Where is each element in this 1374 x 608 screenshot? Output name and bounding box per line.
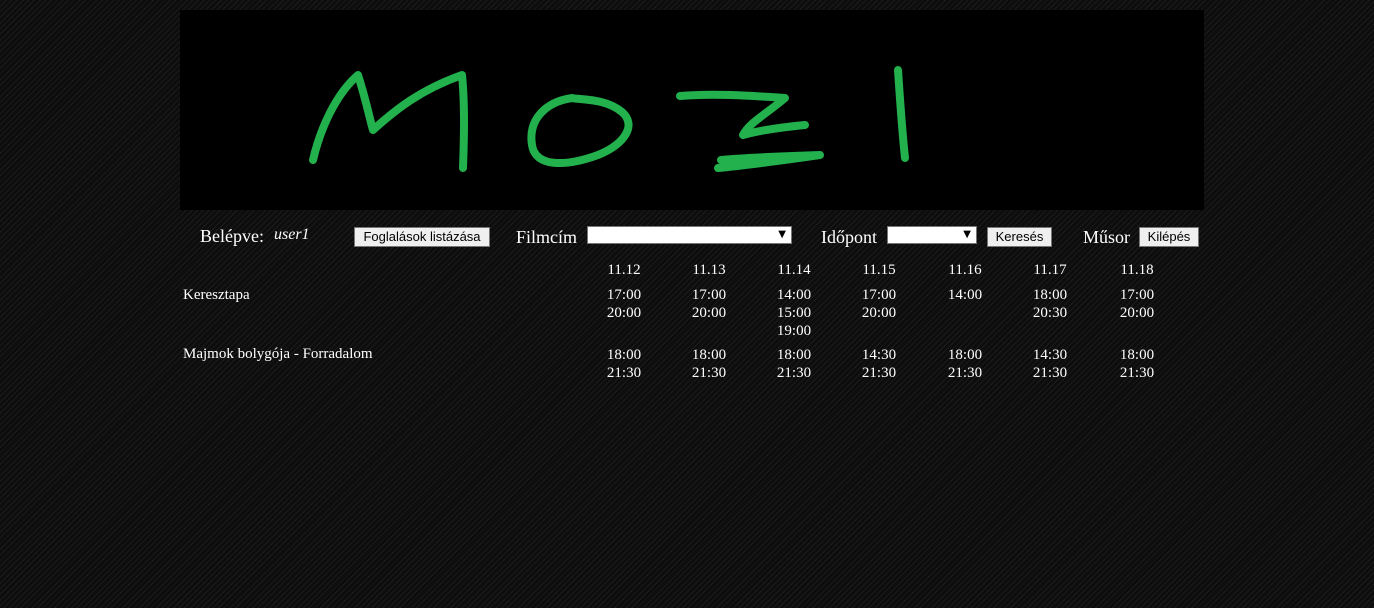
showtime-cell: 17:00 20:00 [594, 286, 654, 322]
showtime-cell: 14:30 21:30 [1020, 346, 1080, 382]
showtime[interactable]: 19:00 [764, 322, 824, 340]
showtime[interactable]: 21:30 [1020, 364, 1080, 382]
showtime-cell: 18:00 21:30 [679, 346, 739, 382]
date-header: 11.16 [948, 262, 982, 278]
date-header: 11.15 [862, 262, 896, 278]
showtime[interactable]: 20:00 [594, 304, 654, 322]
showtime[interactable]: 17:00 [849, 286, 909, 304]
showtime[interactable]: 20:00 [849, 304, 909, 322]
showtime[interactable]: 20:00 [1107, 304, 1167, 322]
showtime-cell: 14:00 [935, 286, 995, 304]
date-header: 11.13 [692, 262, 726, 278]
showtime[interactable]: 17:00 [1107, 286, 1167, 304]
showtime[interactable]: 20:00 [679, 304, 739, 322]
showtime[interactable]: 18:00 [935, 346, 995, 364]
showtime-cell: 18:00 20:30 [1020, 286, 1080, 322]
showtime-cell: 17:00 20:00 [849, 286, 909, 322]
logo-letter-o [527, 94, 633, 167]
showtime-cell: 17:00 20:00 [679, 286, 739, 322]
showtime[interactable]: 21:30 [935, 364, 995, 382]
time-select[interactable]: ▼ [887, 226, 977, 244]
logo-letter-m [309, 71, 468, 172]
showtime[interactable]: 21:30 [849, 364, 909, 382]
showtime[interactable]: 18:00 [1107, 346, 1167, 364]
date-header: 11.12 [607, 262, 641, 278]
movie-title: Keresztapa [183, 287, 250, 303]
movie-title: Majmok bolygója - Forradalom [183, 346, 373, 362]
showtime[interactable]: 15:00 [764, 304, 824, 322]
showtime[interactable]: 14:00 [764, 286, 824, 304]
showtime[interactable]: 14:30 [1020, 346, 1080, 364]
showtime[interactable]: 21:30 [1107, 364, 1167, 382]
showtime[interactable]: 21:30 [594, 364, 654, 382]
showtime[interactable]: 21:30 [679, 364, 739, 382]
showtime-cell: 14:00 15:00 19:00 [764, 286, 824, 340]
showtime[interactable]: 20:30 [1020, 304, 1080, 322]
showtime[interactable]: 21:30 [764, 364, 824, 382]
film-title-label: Filmcím [516, 227, 578, 247]
logo-letter-z [676, 90, 824, 172]
mozi-logo [309, 66, 909, 172]
showtime-cell: 14:30 21:30 [849, 346, 909, 382]
showtime-cell: 17:00 20:00 [1107, 286, 1167, 322]
logout-button[interactable]: Kilépés [1139, 227, 1199, 247]
showtime[interactable]: 17:00 [594, 286, 654, 304]
time-label: Időpont [821, 227, 877, 247]
showtime[interactable]: 14:30 [849, 346, 909, 364]
showtime[interactable]: 14:00 [935, 286, 995, 304]
showtime[interactable]: 17:00 [679, 286, 739, 304]
showtime-cell: 18:00 21:30 [594, 346, 654, 382]
showtime-cell: 18:00 21:30 [935, 346, 995, 382]
dropdown-arrow-icon: ▼ [963, 229, 971, 240]
showtime[interactable]: 18:00 [764, 346, 824, 364]
logged-in-label: Belépve: [200, 226, 264, 246]
date-header: 11.17 [1033, 262, 1067, 278]
header-banner [180, 10, 1204, 210]
showtime[interactable]: 18:00 [679, 346, 739, 364]
program-label: Műsor [1083, 227, 1131, 247]
dropdown-arrow-icon: ▼ [778, 229, 786, 240]
date-header: 11.18 [1120, 262, 1154, 278]
film-title-select[interactable]: ▼ [587, 226, 792, 244]
showtime[interactable]: 18:00 [594, 346, 654, 364]
username: user1 [274, 226, 310, 243]
date-header: 11.14 [777, 262, 811, 278]
showtime[interactable]: 18:00 [1020, 286, 1080, 304]
showtime-cell: 18:00 21:30 [764, 346, 824, 382]
showtime-cell: 18:00 21:30 [1107, 346, 1167, 382]
logo-letter-i [894, 66, 909, 162]
list-bookings-button[interactable]: Foglalások listázása [354, 227, 490, 247]
search-button[interactable]: Keresés [987, 227, 1052, 247]
